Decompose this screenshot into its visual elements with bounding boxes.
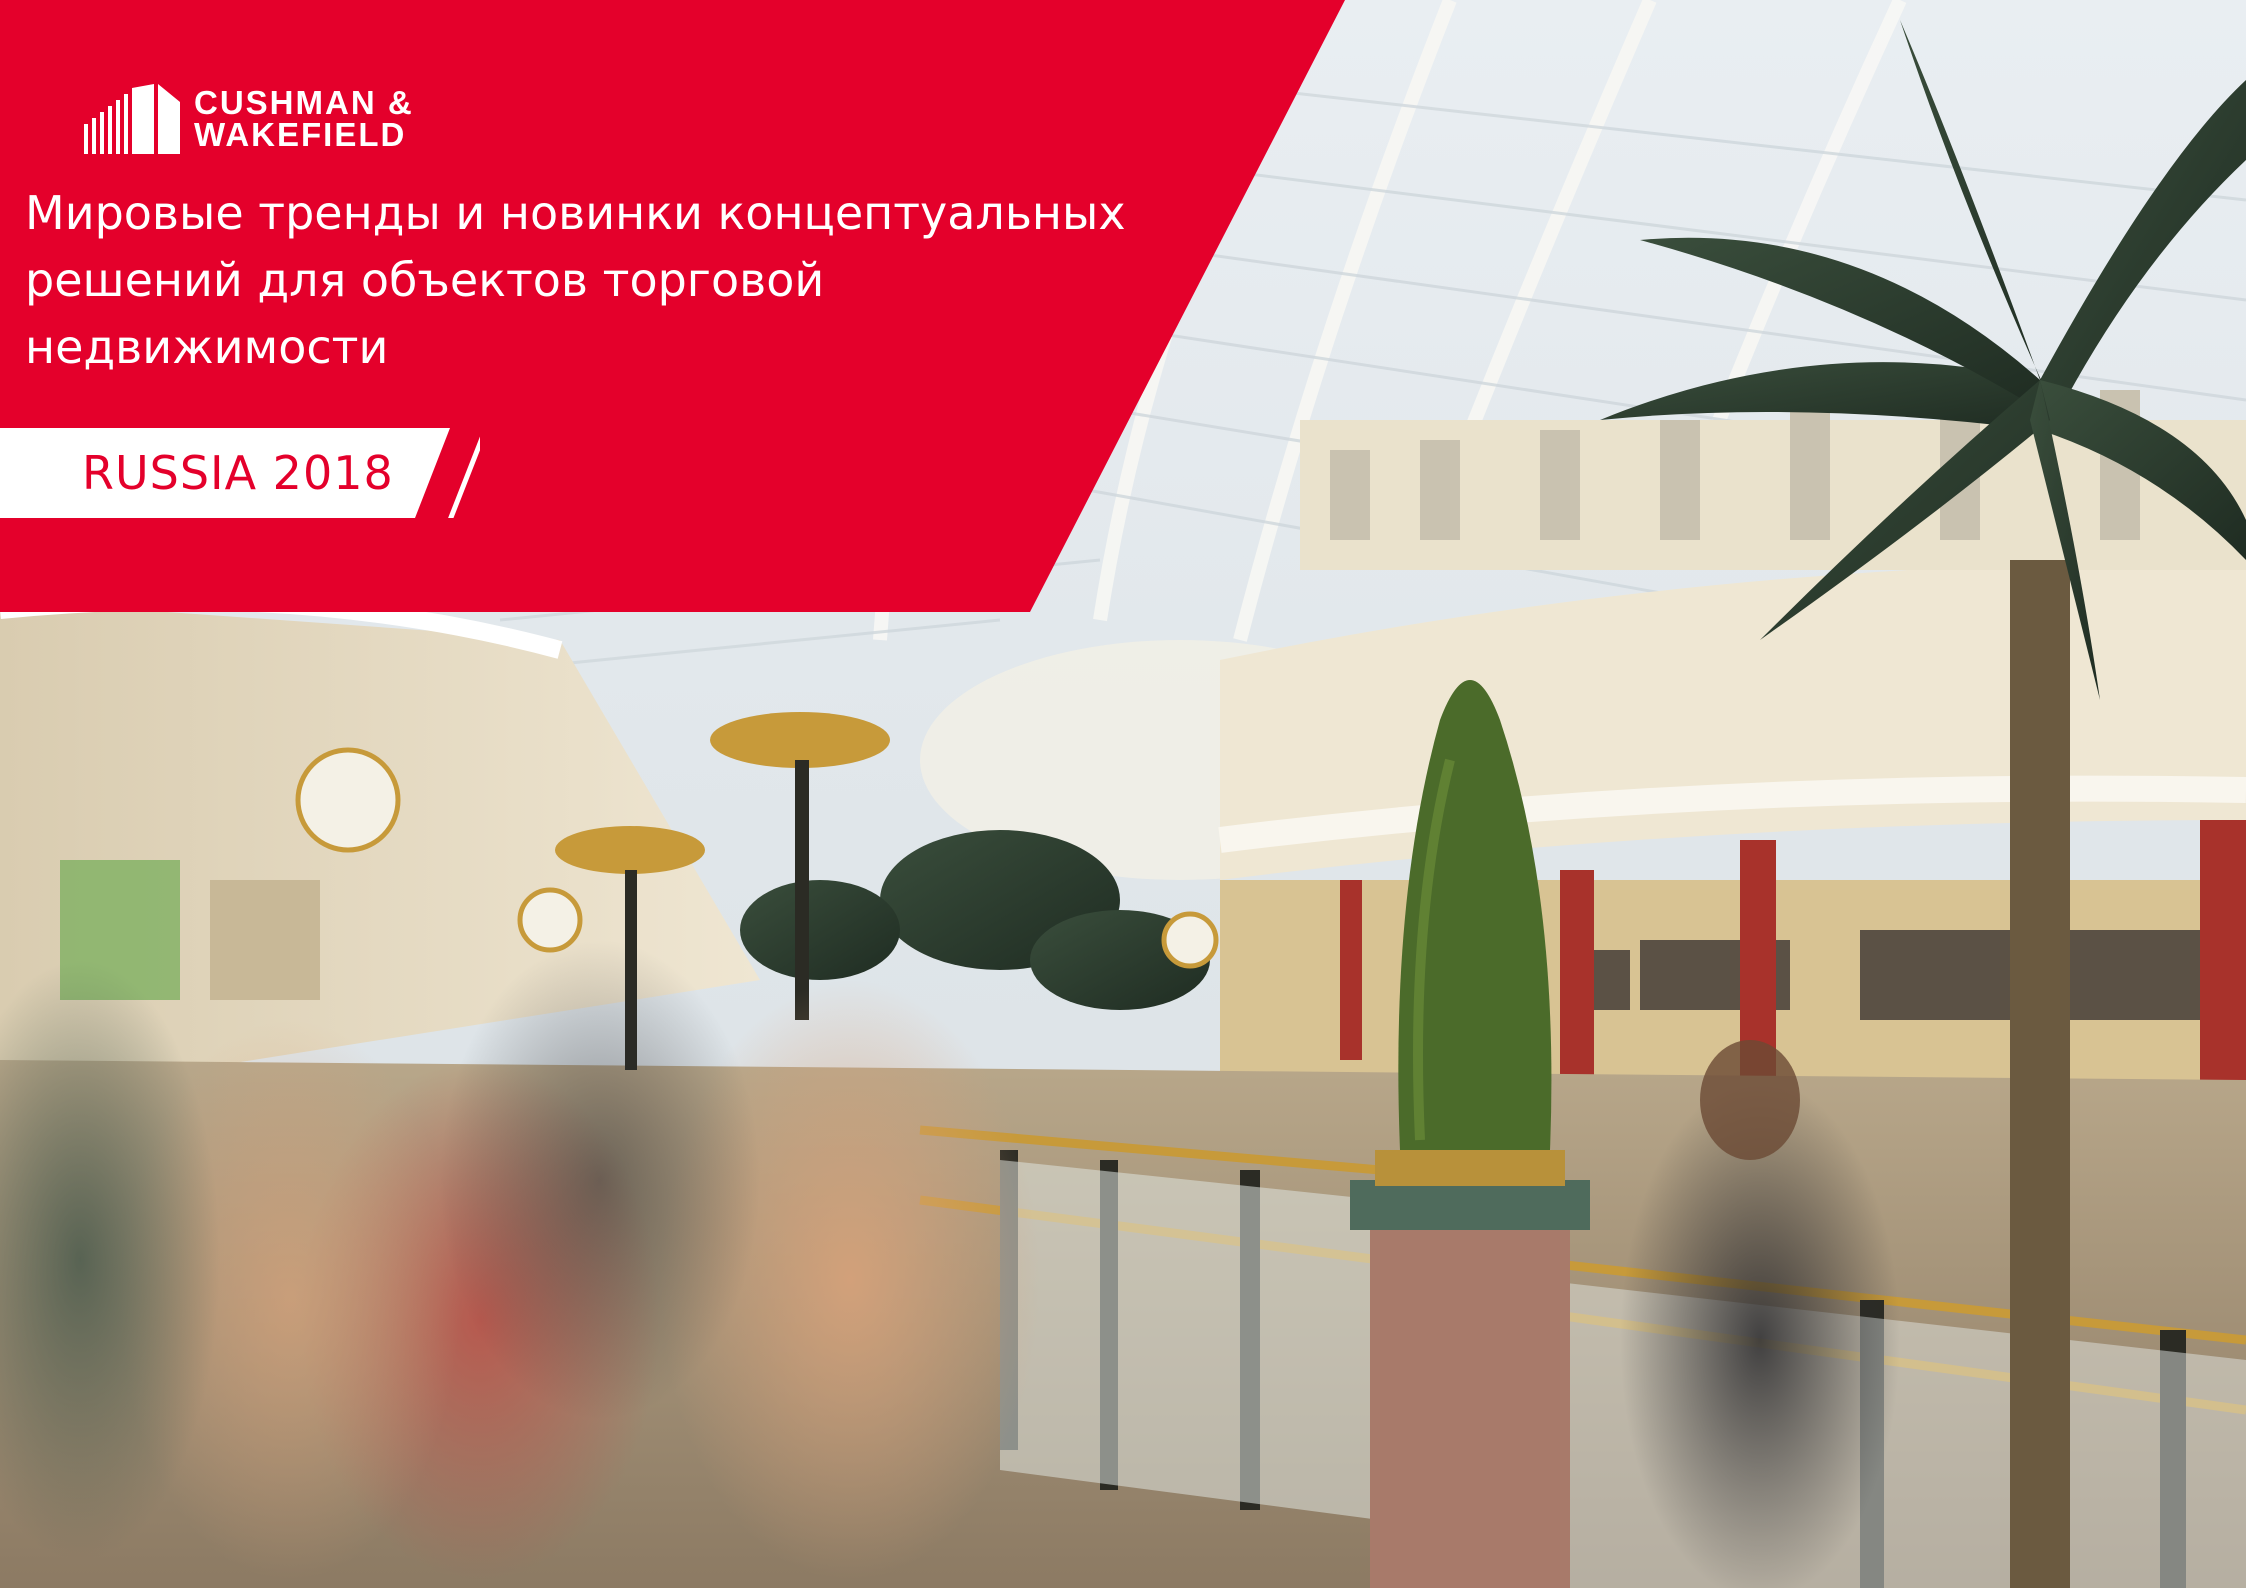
company-name: CUSHMAN & WAKEFIELD [194,84,414,153]
company-name-line-2: WAKEFIELD [194,116,407,153]
edition-label: RUSSIA 2018 [82,446,394,500]
title-line-1: Мировые тренды и новинки концептуальных [25,186,1126,240]
company-logo[interactable]: CUSHMAN & WAKEFIELD [84,84,414,154]
title-line-2: решений для объектов торговой [25,253,825,307]
building-logo-icon [84,84,180,154]
document-title: Мировые тренды и новинки концептуальных … [25,180,1225,381]
title-line-3: недвижимости [25,320,389,374]
company-name-line-1: CUSHMAN & [194,84,414,121]
cover-page: CUSHMAN & WAKEFIELD Мировые тренды и нов… [0,0,2246,1588]
